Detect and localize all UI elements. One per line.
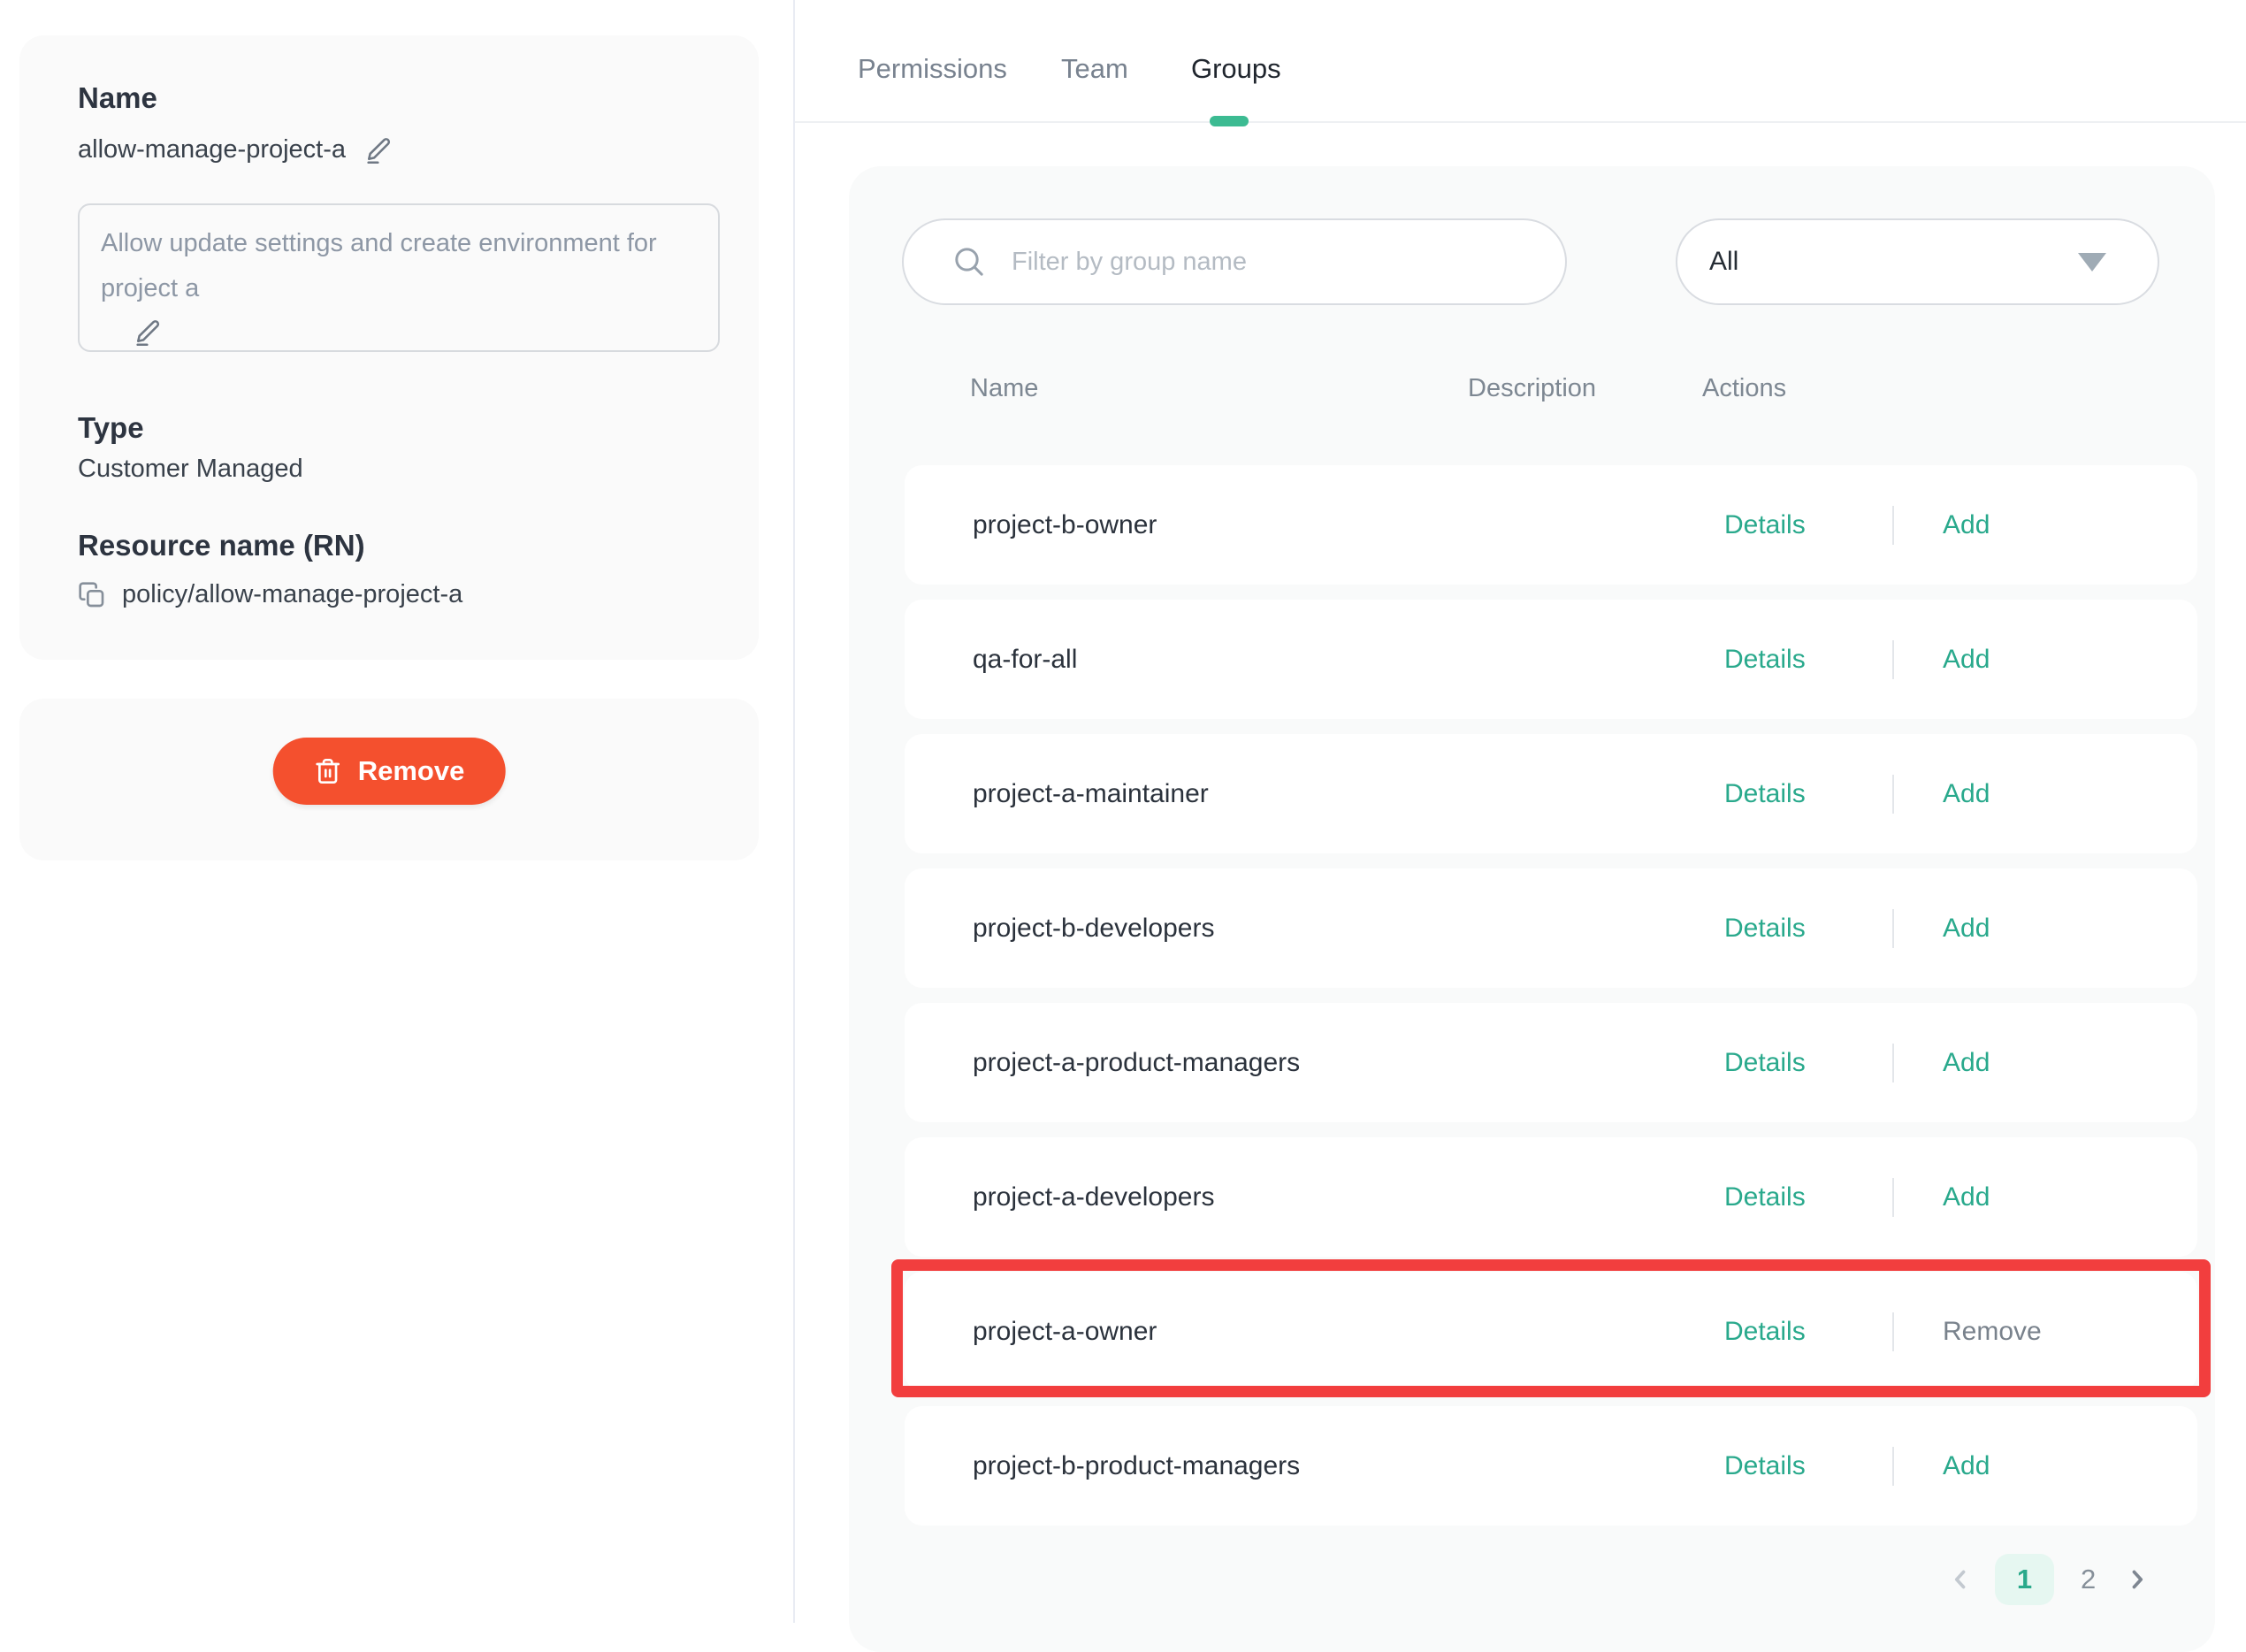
chevron-left-icon[interactable] xyxy=(1945,1564,1975,1595)
group-details-link[interactable]: Details xyxy=(1724,645,1806,675)
group-type-dropdown-value: All xyxy=(1709,247,1738,277)
remove-policy-card: Remove xyxy=(19,699,759,860)
group-name: project-b-product-managers xyxy=(973,1451,1300,1481)
name-label: Name xyxy=(78,81,157,115)
pagination: 1 2 xyxy=(1945,1551,2152,1608)
edit-name-icon[interactable] xyxy=(363,134,393,164)
resource-name-row: policy/allow-manage-project-a xyxy=(78,580,462,609)
group-name: project-b-owner xyxy=(973,510,1157,540)
group-add-link[interactable]: Add xyxy=(1943,1182,1990,1212)
column-header-name: Name xyxy=(970,374,1038,403)
group-row: qa-for-all Details Add xyxy=(905,600,2197,719)
group-add-link[interactable]: Add xyxy=(1943,779,1990,809)
group-type-dropdown[interactable]: All xyxy=(1676,218,2159,305)
group-add-link[interactable]: Add xyxy=(1943,914,1990,944)
group-row: project-a-developers Details Add xyxy=(905,1137,2197,1257)
group-row: project-a-maintainer Details Add xyxy=(905,734,2197,853)
group-details-link[interactable]: Details xyxy=(1724,1451,1806,1481)
tab-bar-divider xyxy=(795,121,2246,123)
group-add-link[interactable]: Add xyxy=(1943,1048,1990,1078)
action-separator xyxy=(1892,1312,1894,1351)
pagination-page-1[interactable]: 1 xyxy=(1995,1554,2054,1605)
copy-icon[interactable] xyxy=(78,581,106,609)
tab-team[interactable]: Team xyxy=(1061,53,1128,85)
column-header-description: Description xyxy=(1468,374,1596,403)
pagination-page-2[interactable]: 2 xyxy=(2074,1564,2103,1595)
group-details-link[interactable]: Details xyxy=(1724,1182,1806,1212)
trash-icon xyxy=(314,757,342,785)
group-name: project-a-developers xyxy=(973,1182,1214,1212)
resource-name-label: Resource name (RN) xyxy=(78,529,365,562)
action-separator xyxy=(1892,640,1894,679)
tab-groups[interactable]: Groups xyxy=(1191,53,1281,85)
group-name: project-a-maintainer xyxy=(973,779,1209,809)
action-separator xyxy=(1892,1178,1894,1217)
group-name: project-a-product-managers xyxy=(973,1048,1300,1078)
policy-info-card: Name allow-manage-project-a Allow update… xyxy=(19,35,759,660)
action-separator xyxy=(1892,909,1894,948)
chevron-down-icon xyxy=(2078,253,2106,272)
search-icon xyxy=(951,244,987,279)
group-filter-field[interactable] xyxy=(902,218,1567,305)
type-label: Type xyxy=(78,411,144,445)
tab-permissions[interactable]: Permissions xyxy=(858,53,1007,85)
group-details-link[interactable]: Details xyxy=(1724,1048,1806,1078)
group-details-link[interactable]: Details xyxy=(1724,510,1806,540)
action-separator xyxy=(1892,775,1894,814)
description-value: Allow update settings and create environ… xyxy=(101,221,697,311)
type-value: Customer Managed xyxy=(78,455,303,484)
group-row: project-b-product-managers Details Add xyxy=(905,1406,2197,1526)
action-separator xyxy=(1892,506,1894,545)
action-separator xyxy=(1892,1044,1894,1082)
group-remove-link[interactable]: Remove xyxy=(1943,1317,2042,1347)
group-row: project-a-product-managers Details Add xyxy=(905,1003,2197,1122)
active-tab-indicator xyxy=(1210,116,1249,126)
group-name: project-a-owner xyxy=(973,1317,1157,1347)
group-row: project-b-owner Details Add xyxy=(905,465,2197,585)
action-separator xyxy=(1892,1447,1894,1486)
group-filter-input[interactable] xyxy=(1010,247,1539,278)
column-header-actions: Actions xyxy=(1702,374,1786,403)
resource-name-value: policy/allow-manage-project-a xyxy=(122,580,462,609)
chevron-right-icon[interactable] xyxy=(2122,1564,2152,1595)
name-value: allow-manage-project-a xyxy=(78,135,346,164)
group-details-link[interactable]: Details xyxy=(1724,914,1806,944)
groups-panel: All Name Description Actions project-b-o… xyxy=(849,166,2215,1652)
remove-policy-button[interactable]: Remove xyxy=(273,738,506,805)
remove-policy-label: Remove xyxy=(358,755,465,787)
column-divider xyxy=(793,0,795,1623)
group-details-link[interactable]: Details xyxy=(1724,779,1806,809)
edit-description-icon[interactable] xyxy=(133,317,163,347)
group-name: project-b-developers xyxy=(973,914,1214,944)
group-details-link[interactable]: Details xyxy=(1724,1317,1806,1347)
group-add-link[interactable]: Add xyxy=(1943,645,1990,675)
description-box[interactable]: Allow update settings and create environ… xyxy=(78,203,720,352)
group-name: qa-for-all xyxy=(973,645,1077,675)
group-add-link[interactable]: Add xyxy=(1943,510,1990,540)
group-add-link[interactable]: Add xyxy=(1943,1451,1990,1481)
group-row: project-b-developers Details Add xyxy=(905,868,2197,988)
name-value-row: allow-manage-project-a xyxy=(78,134,393,164)
group-row-highlighted: project-a-owner Details Remove xyxy=(905,1272,2197,1391)
